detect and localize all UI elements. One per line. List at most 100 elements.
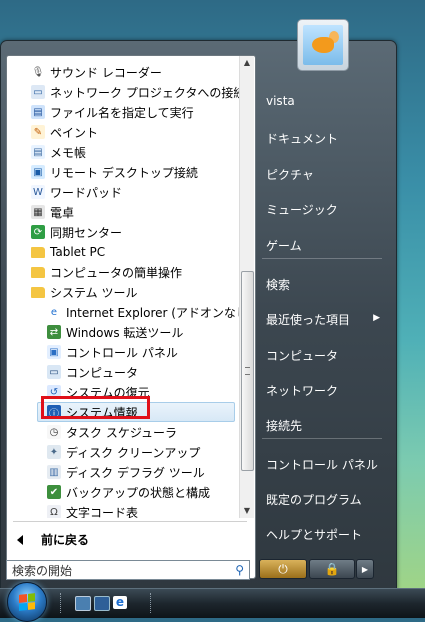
right-link[interactable]: ゲーム [266, 237, 302, 254]
power-buttons: ⏻ 🔒 ▶ [259, 559, 375, 581]
right-link[interactable]: ピクチャ [266, 166, 314, 183]
transfer-icon: ⇄ [47, 325, 61, 339]
program-item[interactable]: ✦ ディスク クリーンアップ [7, 442, 200, 462]
clock-icon: ◷ [47, 425, 61, 439]
program-item[interactable]: ▭ コンピュータ [7, 362, 138, 382]
program-label: ワードパッド [50, 185, 123, 200]
program-item[interactable]: 🎙 サウンド レコーダー [7, 62, 162, 82]
program-item[interactable]: ▣ コントロール パネル [7, 342, 178, 362]
program-label: ディスク クリーンアップ [66, 445, 201, 460]
run-icon: ▤ [31, 105, 45, 119]
taskbar-grip [60, 593, 64, 613]
program-item[interactable]: システム ツール [7, 282, 137, 302]
defrag-icon: ▥ [47, 465, 61, 479]
divider [13, 521, 247, 522]
program-item[interactable]: e Internet Explorer (アドオンなし) [7, 302, 239, 322]
program-item[interactable]: ▭ ネットワーク プロジェクタへの接続 [7, 82, 239, 102]
program-item[interactable]: ⟳ 同期センター [7, 222, 122, 242]
submenu-arrow-icon: ▶ [373, 313, 380, 323]
microphone-icon: 🎙 [31, 65, 45, 79]
taskbar-grip [150, 593, 154, 613]
lock-icon: 🔒 [324, 562, 340, 576]
right-link[interactable]: vista [266, 94, 295, 108]
backup-icon: ✔ [47, 485, 61, 499]
program-item[interactable]: ✔ バックアップの状態と構成 [7, 482, 210, 502]
program-item[interactable]: ⇄ Windows 転送ツール [7, 322, 183, 342]
program-label: ネットワーク プロジェクタへの接続 [50, 85, 239, 100]
right-link[interactable]: 既定のプログラム [266, 491, 362, 508]
scroll-down-arrow-icon[interactable]: ▼ [240, 504, 254, 518]
program-label: ファイル名を指定して実行 [50, 105, 194, 120]
program-label: ディスク デフラグ ツール [66, 465, 205, 480]
chevron-right-icon: ▶ [361, 564, 369, 574]
program-item[interactable]: ▦ 電卓 [7, 202, 74, 222]
back-label: 前に戻る [41, 533, 90, 547]
right-link[interactable]: 接続先 [266, 417, 302, 434]
paint-icon: ✎ [31, 125, 45, 139]
wordpad-icon: W [31, 185, 45, 199]
highlight-annotation [41, 396, 150, 419]
start-menu-right-pane: vista ドキュメント ピクチャミュージック ゲーム検索最近使った項目 ▶ コンピュータ… [258, 40, 392, 588]
scroll-thumb[interactable] [241, 271, 254, 471]
right-link[interactable]: ドキュメント [266, 130, 338, 147]
scroll-up-arrow-icon[interactable]: ▲ [240, 56, 254, 70]
program-item[interactable]: Tablet PC [7, 242, 105, 262]
program-label: Windows 転送ツール [66, 325, 184, 340]
program-label: バックアップの状態と構成 [66, 485, 211, 500]
start-orb-button[interactable] [7, 582, 47, 622]
internet-explorer-icon[interactable]: e [113, 596, 127, 609]
all-programs-list: 🎙 サウンド レコーダー ▭ ネットワーク プロジェクタへの接続 ▤ ファイル名を指定して… [7, 56, 239, 518]
program-label: コントロール パネル [66, 345, 178, 360]
program-label: コンピュータの簡単操作 [50, 265, 183, 280]
divider [262, 438, 382, 439]
program-label: Tablet PC [50, 245, 106, 259]
program-item[interactable]: コンピュータの簡単操作 [7, 262, 182, 282]
programs-scrollbar[interactable]: ▲ ▼ [239, 56, 254, 518]
program-item[interactable]: W ワードパッド [7, 182, 122, 202]
search-placeholder: 検索の開始 [12, 563, 73, 578]
notepad-icon: ▤ [31, 145, 45, 159]
right-link[interactable]: コンピュータ [266, 347, 338, 364]
program-item[interactable]: ▥ ディスク デフラグ ツール [7, 462, 205, 482]
program-label: Internet Explorer (アドオンなし) [66, 305, 239, 320]
shutdown-options-button[interactable]: ▶ [356, 559, 374, 579]
computer-icon: ▭ [47, 365, 61, 379]
search-icon[interactable]: ⚲ [235, 563, 244, 577]
program-item[interactable]: Ω 文字コード表 [7, 502, 138, 518]
lock-button[interactable]: 🔒 [309, 559, 355, 579]
program-item[interactable]: ▤ ファイル名を指定して実行 [7, 102, 194, 122]
right-link[interactable]: ミュージック [266, 201, 338, 218]
right-link[interactable]: コントロール パネル [266, 456, 378, 473]
right-link[interactable]: 最近使った項目 [266, 311, 350, 328]
program-label: システム ツール [50, 285, 138, 300]
power-button[interactable]: ⏻ [259, 559, 307, 579]
sync-icon: ⟳ [31, 225, 45, 239]
projector-icon: ▭ [31, 85, 45, 99]
back-button[interactable]: 前に戻る [17, 531, 89, 548]
back-arrow-icon [17, 534, 23, 545]
cleanup-icon: ✦ [47, 445, 61, 459]
right-link[interactable]: 検索 [266, 276, 290, 293]
remote-desktop-icon: ▣ [31, 165, 45, 179]
ie-icon: e [47, 305, 61, 319]
show-desktop-icon[interactable] [75, 596, 91, 611]
right-link[interactable]: ヘルプとサポート [266, 526, 362, 543]
program-item[interactable]: ◷ タスク スケジューラ [7, 422, 177, 442]
program-label: コンピュータ [66, 365, 139, 380]
search-input[interactable]: 検索の開始 ⚲ [6, 560, 250, 580]
folder-icon [31, 286, 45, 298]
right-link[interactable]: ネットワーク [266, 382, 338, 399]
folder-icon [31, 266, 45, 278]
program-item[interactable]: ✎ ペイント [7, 122, 98, 142]
folder-icon [31, 246, 45, 258]
program-label: ペイント [50, 125, 99, 140]
windows-logo-icon [19, 593, 35, 611]
program-label: 同期センター [50, 225, 123, 240]
start-menu-left-pane: 🎙 サウンド レコーダー ▭ ネットワーク プロジェクタへの接続 ▤ ファイル名を指定して… [6, 55, 256, 579]
program-label: サウンド レコーダー [50, 65, 162, 80]
program-label: タスク スケジューラ [66, 425, 177, 440]
switch-windows-icon[interactable] [94, 596, 110, 611]
program-item[interactable]: ▤ メモ帳 [7, 142, 86, 162]
program-item[interactable]: ▣ リモート デスクトップ接続 [7, 162, 198, 182]
program-label: リモート デスクトップ接続 [50, 165, 198, 180]
